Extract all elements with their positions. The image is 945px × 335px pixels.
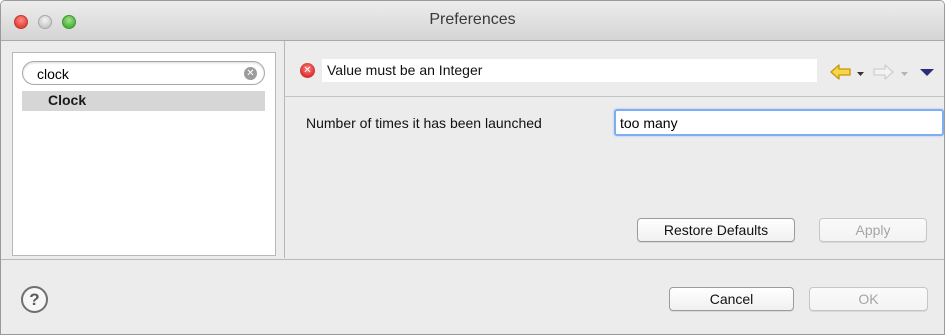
- error-message: Value must be an Integer: [327, 62, 483, 78]
- pane-splitter[interactable]: [284, 41, 285, 258]
- ok-button[interactable]: OK: [809, 287, 928, 311]
- filter-field[interactable]: ✕: [22, 61, 265, 85]
- filter-input[interactable]: [37, 65, 237, 83]
- preferences-dialog: Preferences ✕ Clock ✕ Value must be an I…: [0, 0, 945, 335]
- launch-count-input[interactable]: [620, 114, 930, 132]
- back-history-chevron-down-icon[interactable]: [856, 63, 866, 81]
- cancel-button[interactable]: Cancel: [669, 287, 794, 311]
- preference-tree-pane: ✕ Clock: [12, 52, 276, 256]
- launch-count-label: Number of times it has been launched: [306, 115, 542, 131]
- restore-defaults-button[interactable]: Restore Defaults: [637, 218, 795, 242]
- footer-divider: [1, 259, 944, 260]
- help-icon[interactable]: ?: [21, 286, 48, 313]
- clear-search-icon[interactable]: ✕: [244, 67, 257, 80]
- tree-item-clock[interactable]: Clock: [22, 91, 265, 111]
- error-icon: ✕: [300, 63, 315, 78]
- window-title: Preferences: [429, 11, 516, 28]
- apply-button[interactable]: Apply: [819, 218, 927, 242]
- launch-count-field[interactable]: [614, 109, 944, 136]
- view-menu-icon[interactable]: [919, 63, 935, 81]
- forward-arrow-icon[interactable]: [872, 63, 894, 81]
- forward-history-chevron-down-icon[interactable]: [900, 63, 910, 81]
- title-bar[interactable]: Preferences: [1, 1, 944, 41]
- back-arrow-icon[interactable]: [830, 63, 852, 81]
- header-divider: [285, 96, 944, 97]
- message-area: Value must be an Integer: [322, 59, 817, 82]
